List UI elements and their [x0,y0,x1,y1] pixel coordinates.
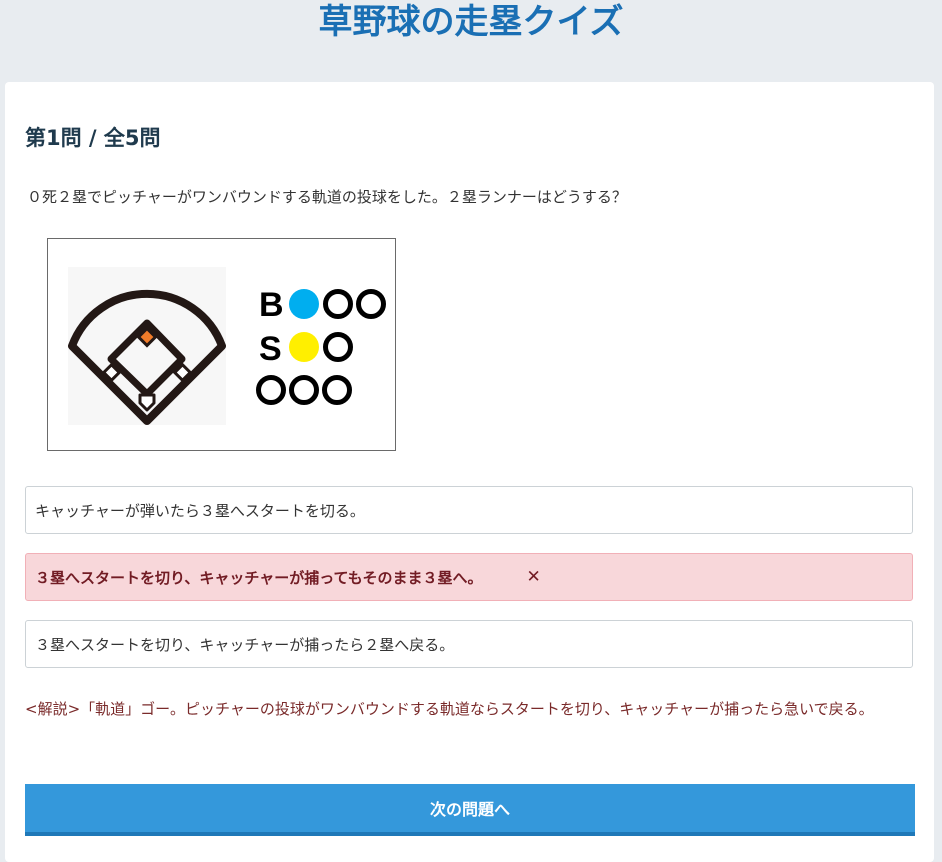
answer-option-1[interactable]: キャッチャーが弾いたら３塁へスタートを切る。 [25,486,913,534]
out-indicator-2 [289,375,319,405]
strike-indicator-1 [289,332,319,362]
answer-option-text: ３塁へスタートを切り、キャッチャーが捕ってもそのまま３塁へ。 [35,568,483,587]
answer-option-text: ３塁へスタートを切り、キャッチャーが捕ったら２塁へ戻る。 [35,635,455,654]
ball-indicator-3 [356,289,386,319]
quiz-card: 第1問 / 全5問 ０死２塁でピッチャーがワンバウンドする軌道の投球をした。２塁… [5,82,934,862]
out-indicator-3 [322,375,352,405]
ball-indicator-2 [323,289,353,319]
answer-option-text: キャッチャーが弾いたら３塁へスタートを切る。 [35,501,365,520]
next-question-button[interactable]: 次の問題へ [25,784,915,836]
ball-indicator-1 [289,289,319,319]
page-title: 草野球の走塁クイズ [318,2,624,42]
baseball-diamond-icon [68,267,226,425]
ball-strike-out-count: B S [256,286,386,405]
out-indicator-1 [256,375,286,405]
question-counter: 第1問 / 全5問 [25,126,161,150]
wrong-mark-icon: ✕ [526,567,541,587]
situation-diagram: B S [47,238,396,451]
ball-count-label: B [259,286,284,324]
question-text: ０死２塁でピッチャーがワンバウンドする軌道の投球をした。２塁ランナーはどうする？ [27,188,627,206]
strike-count-label: S [259,330,282,368]
answer-option-3[interactable]: ３塁へスタートを切り、キャッチャーが捕ったら２塁へ戻る。 [25,620,913,668]
explanation-text: <解説>「軌道」ゴー。ピッチャーの投球がワンバウンドする軌道ならスタートを切り、… [25,700,874,718]
answer-option-2-wrong[interactable]: ３塁へスタートを切り、キャッチャーが捕ってもそのまま３塁へ。 ✕ [25,553,913,601]
strike-indicator-2 [323,332,353,362]
